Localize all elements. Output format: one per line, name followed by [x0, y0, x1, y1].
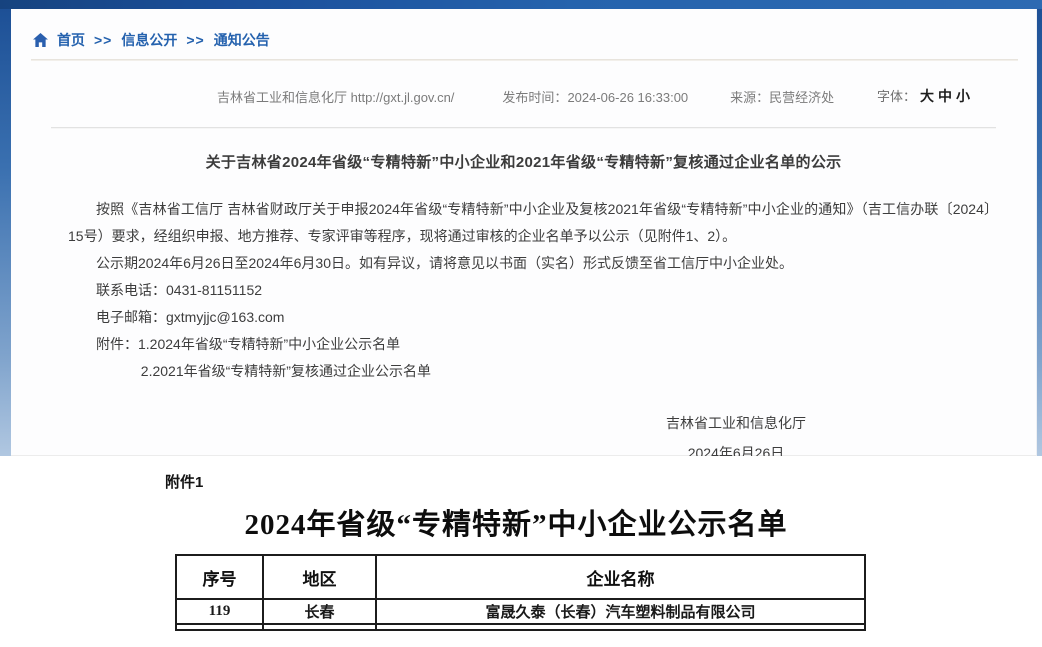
attachment-list-item-1: 附件：1.2024年省级“专精特新”中小企业公示名单: [68, 331, 998, 358]
publish-time: 发布时间：2024-06-26 16:33:00: [502, 87, 688, 106]
company-list-table: 序号 地区 企业名称 119 长春 富晟久泰（长春）汽车塑料制品有限公司: [175, 554, 866, 631]
breadcrumb-divider: [31, 59, 1018, 61]
table-row: 119 长春 富晟久泰（长春）汽车塑料制品有限公司: [176, 599, 865, 624]
cell-company-name: 富晟久泰（长春）汽车塑料制品有限公司: [376, 599, 865, 624]
article-meta-row: 吉林省工业和信息化厅 http://gxt.jl.gov.cn/ 发布时间：20…: [11, 86, 1036, 106]
paragraph-publicity-period: 公示期2024年6月26日至2024年6月30日。如有异议，请将意见以书面（实名…: [68, 250, 998, 277]
breadcrumb-separator: >>: [186, 32, 204, 48]
paragraph-basis: 按照《吉林省工信厅 吉林省财政厅关于申报2024年省级“专精特新”中小企业及复核…: [68, 196, 998, 250]
font-size-control: 字体：大中小: [877, 86, 970, 106]
top-blue-bar: [0, 0, 1042, 9]
content-panel: 首页 >> 信息公开 >> 通知公告 吉林省工业和信息化厅 http://gxt…: [11, 9, 1037, 456]
breadcrumb-home[interactable]: 首页: [57, 30, 85, 50]
breadcrumb-separator: >>: [94, 32, 112, 48]
table-header-row: 序号 地区 企业名称: [176, 555, 865, 599]
home-icon[interactable]: [33, 33, 48, 47]
font-size-small-button[interactable]: 小: [956, 88, 970, 104]
attachment-title: 2024年省级“专精特新”中小企业公示名单: [165, 501, 867, 543]
article-body: 按照《吉林省工信厅 吉林省财政厅关于申报2024年省级“专精特新”中小企业及复核…: [68, 196, 998, 468]
source-site: 吉林省工业和信息化厅 http://gxt.jl.gov.cn/: [217, 87, 454, 106]
attachment-label: 附件1: [165, 456, 867, 492]
cell-region: 长春: [263, 599, 376, 624]
cell-serial-number: 119: [176, 599, 263, 624]
article-title: 关于吉林省2024年省级“专精特新”中小企业和2021年省级“专精特新”复核通过…: [11, 151, 1036, 172]
origin-department: 来源：民营经济处: [730, 87, 834, 106]
contact-email: 电子邮箱：gxtmyjjc@163.com: [68, 304, 998, 331]
signature-department: 吉林省工业和信息化厅: [666, 408, 806, 438]
attachment-inner: 附件1 2024年省级“专精特新”中小企业公示名单 序号 地区 企业名称 119…: [165, 456, 867, 631]
table-row-cutoff: [176, 624, 865, 630]
breadcrumb-notices[interactable]: 通知公告: [214, 30, 270, 50]
notice-page: 首页 >> 信息公开 >> 通知公告 吉林省工业和信息化厅 http://gxt…: [0, 0, 1042, 647]
font-size-large-button[interactable]: 大: [920, 88, 934, 104]
meta-divider: [51, 127, 996, 128]
attachment-list-item-2: 2.2021年省级“专精特新”复核通过企业公示名单: [68, 358, 998, 385]
header-serial-number: 序号: [176, 555, 263, 599]
attachment-document: 附件1 2024年省级“专精特新”中小企业公示名单 序号 地区 企业名称 119…: [0, 456, 1042, 647]
contact-phone: 联系电话：0431-81151152: [68, 277, 998, 304]
breadcrumb: 首页 >> 信息公开 >> 通知公告: [11, 9, 1036, 50]
breadcrumb-info-disclosure[interactable]: 信息公开: [121, 30, 177, 50]
font-size-medium-button[interactable]: 中: [938, 88, 952, 104]
header-company-name: 企业名称: [376, 555, 865, 599]
header-region: 地区: [263, 555, 376, 599]
